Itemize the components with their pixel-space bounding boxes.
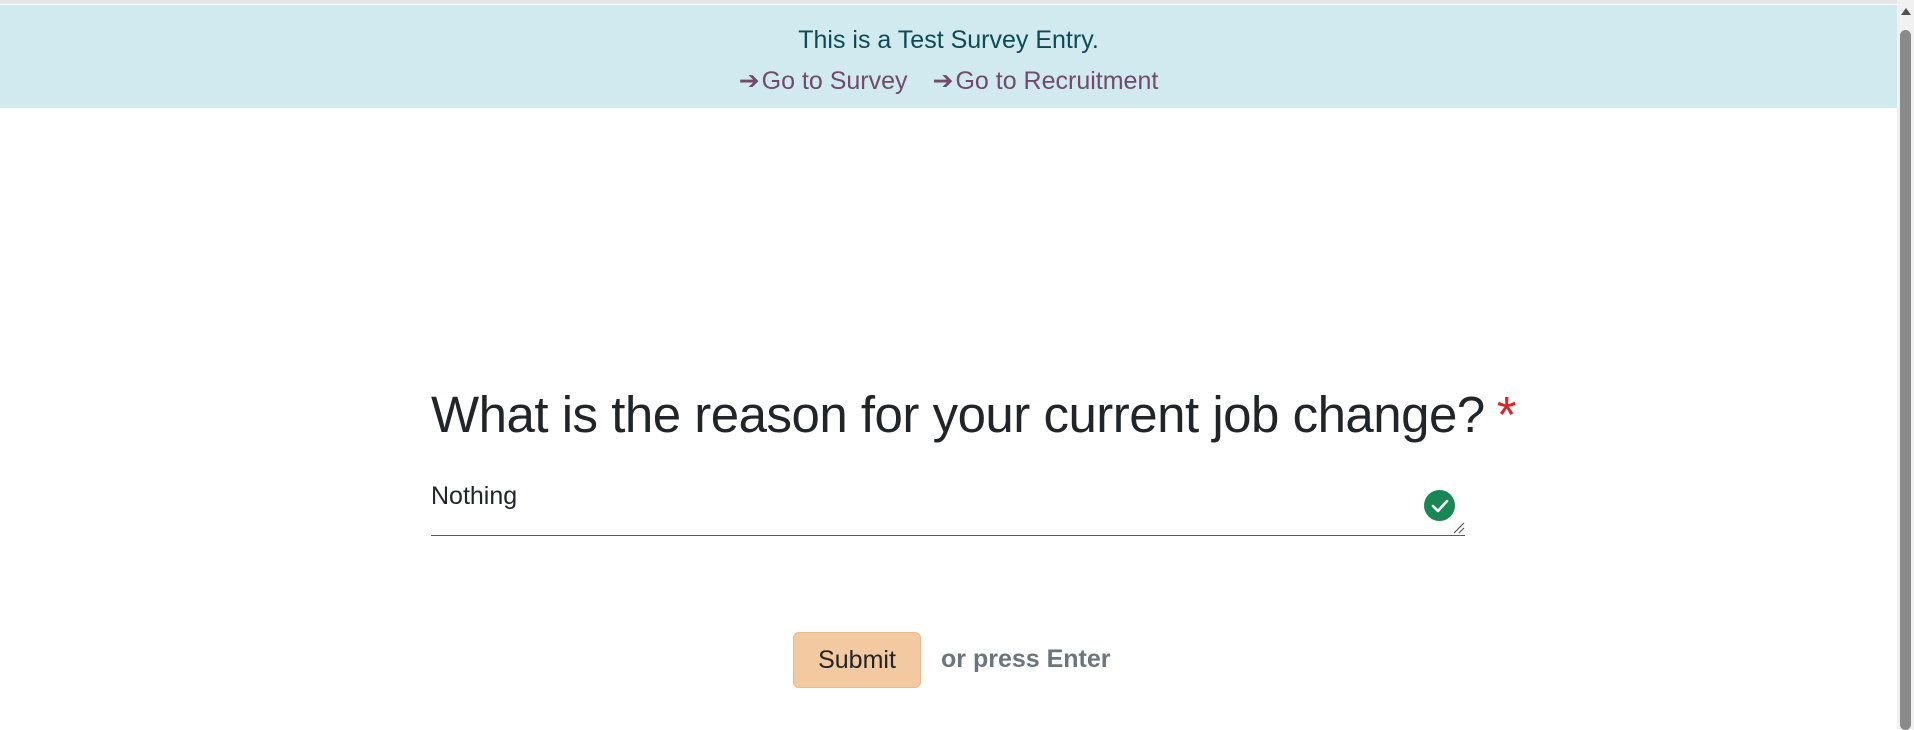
go-to-survey-link[interactable]: ➔Go to Survey	[739, 64, 908, 98]
go-to-recruitment-label: Go to Recruitment	[955, 67, 1159, 95]
go-to-recruitment-link[interactable]: ➔Go to Recruitment	[933, 64, 1159, 98]
check-circle-icon	[1424, 490, 1455, 521]
arrow-right-icon: ➔	[738, 67, 760, 95]
press-enter-hint: or press Enter	[941, 645, 1111, 673]
resize-handle-icon[interactable]	[1451, 520, 1465, 534]
question-text: What is the reason for your current job …	[431, 386, 1485, 443]
scrollbar-thumb[interactable]	[1900, 30, 1911, 730]
go-to-survey-label: Go to Survey	[761, 67, 908, 95]
answer-textarea-wrapper	[431, 476, 1465, 536]
top-divider	[0, 0, 1897, 4]
arrow-right-icon: ➔	[932, 67, 954, 95]
required-asterisk: *	[1496, 386, 1517, 443]
banner-message: This is a Test Survey Entry.	[798, 26, 1099, 54]
question-title: What is the reason for your current job …	[431, 383, 1517, 447]
answer-textarea[interactable]	[431, 476, 1411, 516]
test-survey-banner: This is a Test Survey Entry. ➔Go to Surv…	[0, 5, 1897, 108]
submit-button[interactable]: Submit	[793, 632, 921, 688]
banner-links: ➔Go to Survey ➔Go to Recruitment	[0, 64, 1897, 98]
vertical-scrollbar[interactable]	[1897, 0, 1914, 730]
scroll-up-arrow-icon[interactable]	[1901, 8, 1911, 15]
survey-page: This is a Test Survey Entry. ➔Go to Surv…	[0, 0, 1914, 730]
